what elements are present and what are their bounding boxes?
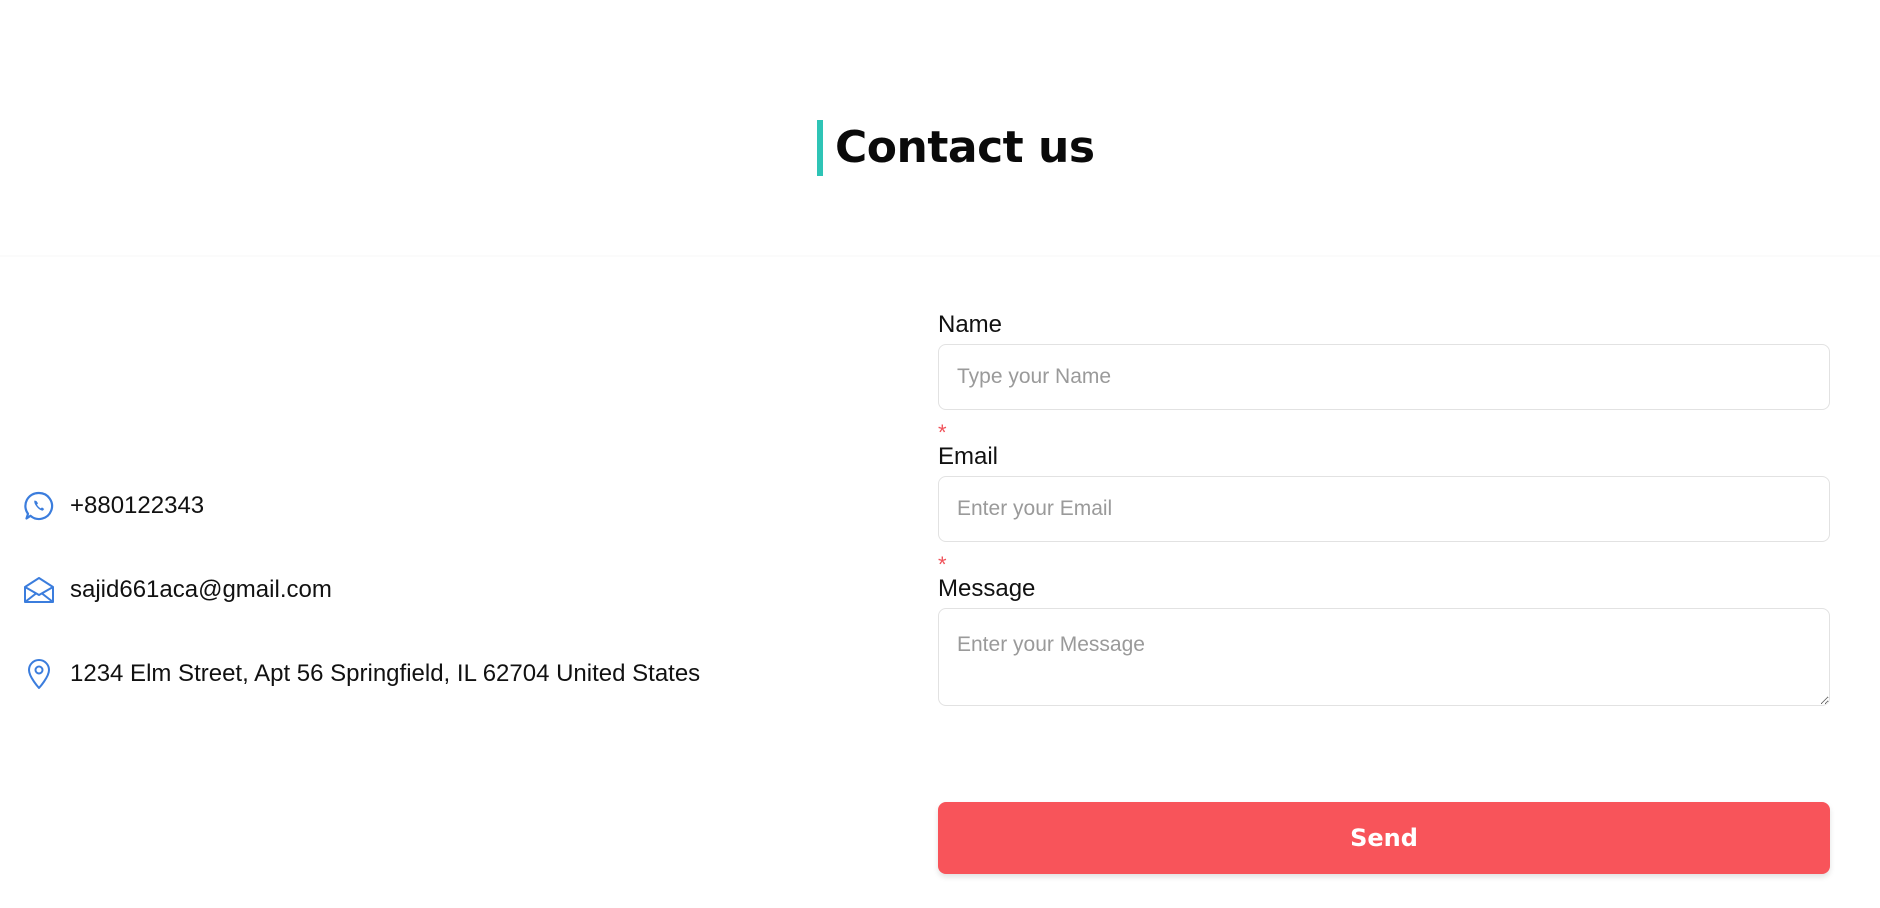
contact-email: sajid661aca@gmail.com bbox=[22, 573, 332, 607]
email-input[interactable] bbox=[938, 476, 1830, 542]
email-label: Email bbox=[938, 443, 999, 470]
message-textarea[interactable] bbox=[938, 608, 1830, 706]
contact-email-text: sajid661aca@gmail.com bbox=[70, 576, 332, 603]
contact-page: Contact us +880122343 sajid661aca@gmail.… bbox=[0, 0, 1880, 908]
email-required-mark: * bbox=[938, 420, 947, 445]
location-pin-icon bbox=[22, 657, 56, 691]
whatsapp-icon bbox=[22, 489, 56, 523]
contact-address: 1234 Elm Street, Apt 56 Springfield, IL … bbox=[22, 657, 700, 691]
contact-phone: +880122343 bbox=[22, 489, 204, 523]
contact-form: Name * Email * Message Send bbox=[938, 310, 1830, 874]
message-required-mark: * bbox=[938, 552, 947, 577]
name-input[interactable] bbox=[938, 344, 1830, 410]
section-divider bbox=[0, 255, 1880, 257]
name-label: Name bbox=[938, 311, 1003, 338]
title-accent-bar bbox=[817, 120, 823, 176]
message-label: Message bbox=[938, 575, 1036, 602]
page-title: Contact us bbox=[835, 122, 1095, 173]
envelope-icon bbox=[22, 573, 56, 607]
contact-address-text: 1234 Elm Street, Apt 56 Springfield, IL … bbox=[70, 660, 701, 687]
page-header: Contact us bbox=[817, 120, 1095, 176]
send-button[interactable]: Send bbox=[938, 802, 1830, 874]
contact-phone-text: +880122343 bbox=[70, 492, 205, 519]
